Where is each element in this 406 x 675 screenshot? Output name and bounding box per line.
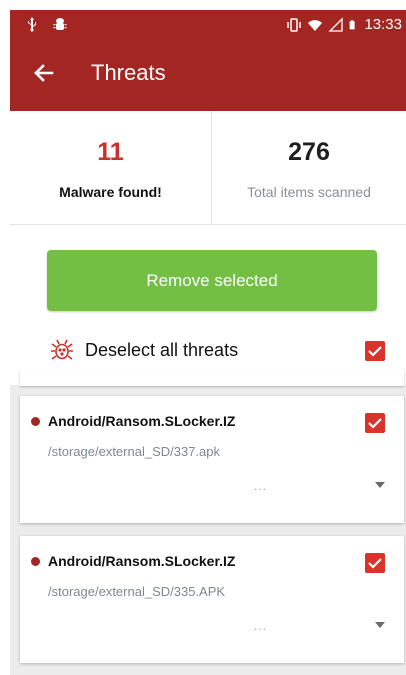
malware-count: 11 <box>97 138 124 166</box>
clock: 13:33 <box>364 16 402 33</box>
threat-name: Android/Ransom.SLocker.IZ <box>48 553 236 569</box>
checkmark-icon <box>368 346 382 357</box>
wifi-icon <box>308 19 323 31</box>
usb-icon <box>28 17 36 32</box>
deselect-all-label: Deselect all threats <box>85 340 239 360</box>
signal-icon <box>328 16 344 32</box>
threat-path: /storage/external_SD/335.APK <box>48 584 226 599</box>
checkmark-icon <box>368 558 382 569</box>
deselect-all-row[interactable]: Deselect all threats <box>50 338 390 364</box>
severity-dot-icon <box>31 417 40 426</box>
app-screen: 13:33 Threats 11 Malware found! 276 Tota… <box>10 10 406 675</box>
scanned-stat: 276 Total items scanned <box>212 111 406 224</box>
scanned-label: Total items scanned <box>247 184 371 200</box>
threat-checkbox[interactable] <box>365 413 385 433</box>
expand-arrow-icon[interactable] <box>374 621 386 629</box>
vibrate-icon <box>287 17 302 32</box>
list-item-peek <box>20 370 404 386</box>
scanned-count: 276 <box>288 138 330 166</box>
android-debug-icon <box>53 18 67 30</box>
severity-dot-icon <box>31 557 40 566</box>
status-bar: 13:33 <box>10 10 406 40</box>
action-panel: Remove selected Deselect all threats <box>10 225 406 385</box>
threat-checkbox[interactable] <box>365 553 385 573</box>
deselect-all-checkbox[interactable] <box>365 341 385 361</box>
back-arrow-icon[interactable] <box>28 58 58 88</box>
threat-path: /storage/external_SD/337.apk <box>48 444 220 459</box>
malware-stat: 11 Malware found! <box>10 111 212 224</box>
threat-card[interactable]: Android/Ransom.SLocker.IZ /storage/exter… <box>20 396 404 523</box>
scan-stats: 11 Malware found! 276 Total items scanne… <box>10 111 406 225</box>
expand-arrow-icon[interactable] <box>374 481 386 489</box>
malware-label: Malware found! <box>59 184 162 200</box>
page-title: Threats <box>91 60 166 85</box>
battery-icon <box>350 19 356 29</box>
more-ellipsis: ... <box>254 619 268 633</box>
bug-icon <box>51 339 73 360</box>
threat-name: Android/Ransom.SLocker.IZ <box>48 413 236 429</box>
threat-card[interactable]: Android/Ransom.SLocker.IZ /storage/exter… <box>20 536 404 663</box>
remove-selected-button[interactable]: Remove selected <box>47 250 377 311</box>
more-ellipsis: ... <box>254 479 268 493</box>
checkmark-icon <box>368 418 382 429</box>
app-bar: Threats <box>10 40 406 111</box>
